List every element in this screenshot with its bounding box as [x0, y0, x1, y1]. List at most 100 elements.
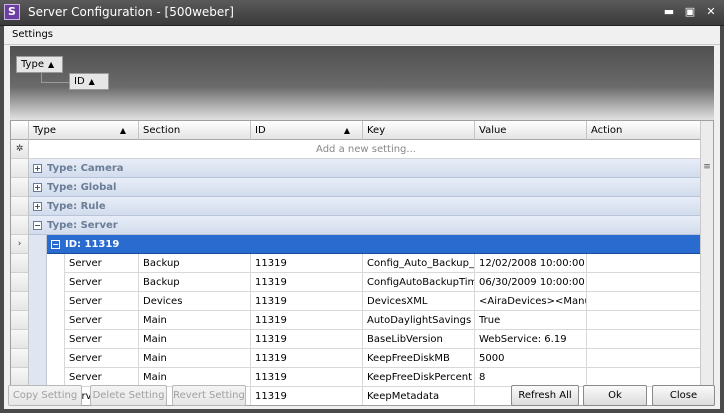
group-row-camera[interactable]: + Type: Camera [29, 159, 701, 178]
cell-id[interactable]: 11319 [251, 311, 363, 330]
row-indicator[interactable] [11, 273, 29, 292]
cell-action[interactable] [587, 330, 701, 349]
row-indicator[interactable] [11, 178, 29, 197]
table-row[interactable]: Server Main 11319 AutoDaylightSavings True [65, 311, 701, 330]
row-indicator[interactable] [11, 159, 29, 178]
cell-id[interactable]: 11319 [251, 349, 363, 368]
cell-id[interactable]: 11319 [251, 292, 363, 311]
row-indicator[interactable] [11, 311, 29, 330]
scroll-grip-icon[interactable]: ≡ [703, 163, 711, 173]
cell-id[interactable]: 11319 [251, 387, 363, 405]
cell-action[interactable] [587, 349, 701, 368]
table-row[interactable]: Server Main 11319 KeepFreeDiskMB 5000 [65, 349, 701, 368]
cell-key[interactable]: DevicesXML [363, 292, 475, 311]
menu-settings[interactable]: Settings [12, 29, 53, 40]
column-header-section[interactable]: Section [139, 121, 251, 140]
group-row-global[interactable]: + Type: Global [29, 178, 701, 197]
row-indicator[interactable] [11, 292, 29, 311]
new-row[interactable]: ✲ Add a new setting... [11, 140, 701, 159]
settings-grid: Type ▲ Section ID ▲ Key Value Action ✲ Add… [10, 120, 714, 406]
cell-section[interactable]: Backup [139, 254, 251, 273]
expand-icon[interactable]: + [33, 164, 42, 173]
cell-type[interactable]: Server [65, 330, 139, 349]
subgroup-row-id-11319[interactable]: − ID: 11319 [47, 235, 701, 254]
expand-icon[interactable]: + [33, 183, 42, 192]
cell-id[interactable]: 11319 [251, 254, 363, 273]
cell-value[interactable]: WebService: 6.19 [475, 330, 587, 349]
cell-value[interactable]: 06/30/2009 10:00:00 AM [475, 273, 587, 292]
cell-value[interactable]: <AiraDevices><Manuf... [475, 292, 587, 311]
group-row-server[interactable]: − Type: Server [29, 216, 701, 235]
sort-ascending-icon: ▲ [343, 126, 350, 135]
maximize-icon[interactable]: ▣ [683, 5, 697, 19]
vertical-scrollbar[interactable]: ≡ [700, 121, 713, 405]
column-label: Value [479, 125, 507, 136]
minimize-icon[interactable]: ▬ [662, 5, 676, 19]
cell-key[interactable]: KeepFreeDiskMB [363, 349, 475, 368]
cell-action[interactable] [587, 254, 701, 273]
row-indicator[interactable] [11, 254, 29, 273]
new-row-icon: ✲ [11, 140, 29, 159]
cell-type[interactable]: Server [65, 254, 139, 273]
table-row[interactable]: Server Devices 11319 DevicesXML <AiraDevices… [65, 292, 701, 311]
title-bar: S Server Configuration - [500weber] ▬ ▣ … [0, 0, 724, 26]
ok-button[interactable]: Ok [583, 385, 647, 406]
column-header-id[interactable]: ID ▲ [251, 121, 363, 140]
row-indicator[interactable] [11, 216, 29, 235]
group-row-rule[interactable]: + Type: Rule [29, 197, 701, 216]
current-row-icon[interactable]: › [11, 235, 29, 254]
expand-icon[interactable]: + [33, 202, 42, 211]
cell-key[interactable]: Config_Auto_Backup_... [363, 254, 475, 273]
group-label: ID: 11319 [65, 239, 120, 250]
cell-value[interactable]: True [475, 311, 587, 330]
row-indicator[interactable] [11, 330, 29, 349]
group-chip-type[interactable]: Type ▲ [16, 56, 63, 73]
cell-value[interactable]: 5000 [475, 349, 587, 368]
cell-id[interactable]: 11319 [251, 330, 363, 349]
cell-action[interactable] [587, 273, 701, 292]
cell-type[interactable]: Server [65, 273, 139, 292]
cell-type[interactable]: Server [65, 311, 139, 330]
column-header-key[interactable]: Key [363, 121, 475, 140]
cell-section[interactable]: Main [139, 330, 251, 349]
group-chip-id[interactable]: ID ▲ [69, 73, 109, 90]
cell-type[interactable]: Server [65, 349, 139, 368]
close-button[interactable]: Close [652, 385, 715, 406]
cell-section[interactable]: Devices [139, 292, 251, 311]
copy-setting-button[interactable]: Copy Setting [8, 385, 82, 406]
sort-ascending-icon: ▲ [119, 126, 126, 135]
cell-section[interactable]: Backup [139, 273, 251, 292]
column-label: Key [367, 125, 386, 136]
table-row[interactable]: Server Backup 11319 Config_Auto_Backup_... 1… [65, 254, 701, 273]
header-indicator [11, 121, 29, 140]
group-chip-label: ID [74, 76, 85, 87]
cell-key[interactable]: KeepMetadata [363, 387, 475, 405]
cell-id[interactable]: 11319 [251, 368, 363, 387]
column-header-type[interactable]: Type ▲ [29, 121, 139, 140]
column-header-value[interactable]: Value [475, 121, 587, 140]
row-indicator[interactable] [11, 197, 29, 216]
row-indicator[interactable] [11, 349, 29, 368]
cell-key[interactable]: AutoDaylightSavings [363, 311, 475, 330]
table-row[interactable]: Server Main 11319 BaseLibVersion WebService:… [65, 330, 701, 349]
column-label: Type [33, 125, 56, 136]
close-icon[interactable]: ✕ [704, 5, 718, 19]
subgroup-indent [47, 273, 65, 292]
cell-type[interactable]: Server [65, 292, 139, 311]
cell-key[interactable]: ConfigAutoBackupTime [363, 273, 475, 292]
cell-section[interactable]: Main [139, 311, 251, 330]
cell-section[interactable]: Main [139, 349, 251, 368]
cell-action[interactable] [587, 292, 701, 311]
cell-key[interactable]: KeepFreeDiskPercent [363, 368, 475, 387]
refresh-all-button[interactable]: Refresh All [511, 385, 579, 406]
collapse-icon[interactable]: − [33, 221, 42, 230]
revert-setting-button[interactable]: Revert Setting [172, 385, 246, 406]
table-row[interactable]: Server Backup 11319 ConfigAutoBackupTime 06/… [65, 273, 701, 292]
collapse-icon[interactable]: − [51, 240, 60, 249]
cell-action[interactable] [587, 311, 701, 330]
delete-setting-button[interactable]: Delete Setting [90, 385, 167, 406]
cell-value[interactable]: 12/02/2008 10:00:00 AM [475, 254, 587, 273]
cell-id[interactable]: 11319 [251, 273, 363, 292]
column-header-action[interactable]: Action [587, 121, 701, 140]
cell-key[interactable]: BaseLibVersion [363, 330, 475, 349]
